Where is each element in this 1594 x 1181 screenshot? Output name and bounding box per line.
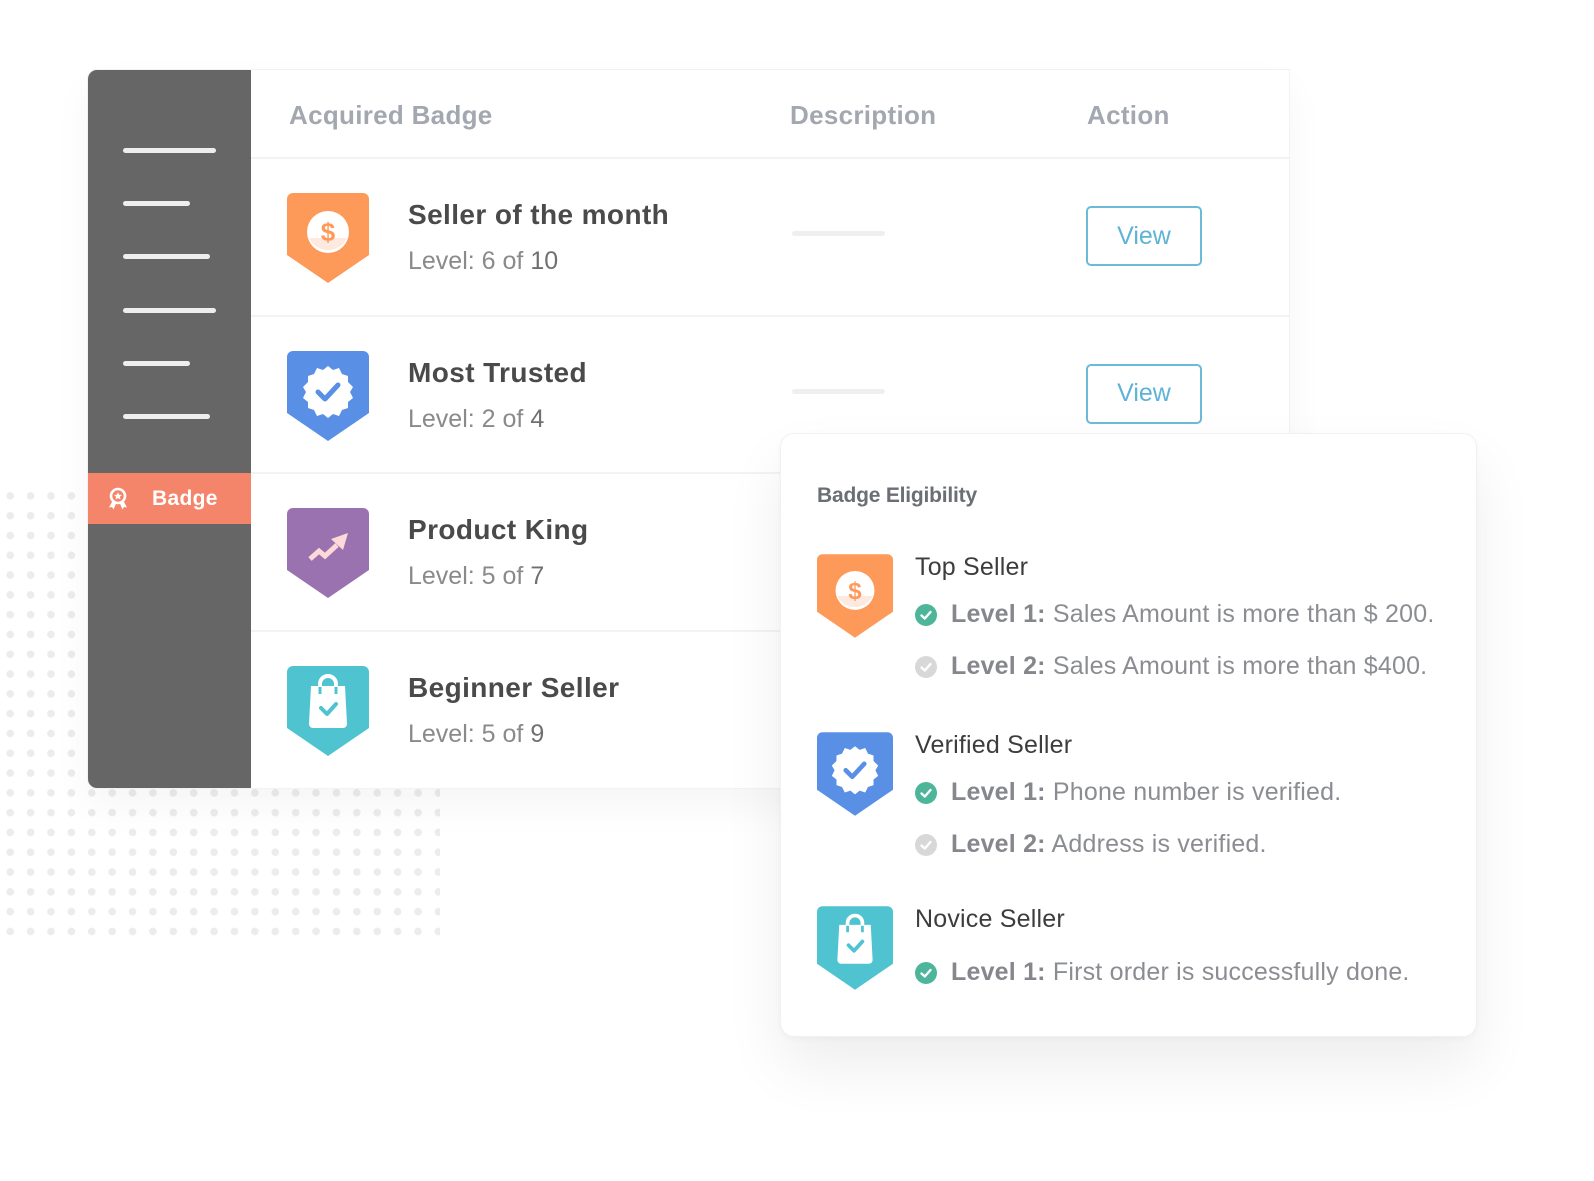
badge-title: Seller of the month	[408, 199, 670, 230]
description-placeholder	[792, 388, 885, 394]
column-header-action: Action	[1087, 100, 1170, 130]
shopping-bag-check-icon	[287, 665, 369, 756]
shopping-bag-check-icon	[817, 906, 893, 990]
ribbon-badge-icon	[109, 487, 127, 509]
badge-level: Level: 5 of 7	[408, 562, 545, 590]
badge-title: Beginner Seller	[408, 671, 620, 703]
eligibility-group-name: Top Seller	[915, 553, 1029, 581]
sidebar-menu-item-5[interactable]	[123, 361, 190, 366]
trending-up-icon	[287, 508, 369, 598]
check-circle-done-icon	[915, 961, 937, 984]
check-circle-done-icon	[915, 603, 937, 626]
verified-check-icon	[817, 732, 893, 816]
table-header: Acquired Badge Description Action	[251, 70, 1289, 159]
sidebar-menu-item-4[interactable]	[123, 308, 216, 313]
sidebar-menu-item-2[interactable]	[123, 201, 190, 206]
criterion-item: Level 2: Address is verified.	[915, 830, 1267, 859]
view-button[interactable]: View	[1086, 363, 1202, 424]
sidebar: Badge	[88, 70, 251, 788]
badge-title: Most Trusted	[408, 356, 588, 388]
sidebar-item-badge[interactable]: Badge	[88, 473, 251, 524]
dollar-icon: $	[817, 554, 893, 638]
eligibility-group-name: Verified Seller	[915, 731, 1073, 759]
check-circle-pending-icon	[915, 655, 937, 678]
badge-level: Level: 2 of 4	[408, 404, 545, 433]
column-header-description: Description	[790, 100, 937, 130]
badge-level: Level: 5 of 9	[408, 719, 545, 748]
badge-eligibility-popup: Badge Eligibility $ Top Seller Level 1: …	[780, 433, 1477, 1037]
criterion-item: Level 1: Sales Amount is more than $ 200…	[915, 600, 1434, 629]
badge-level: Level: 6 of 10	[408, 247, 559, 275]
description-placeholder	[792, 231, 885, 236]
eligibility-group-name: Novice Seller	[915, 905, 1065, 933]
criterion-item: Level 2: Sales Amount is more than $400.	[915, 652, 1427, 681]
svg-text:$: $	[321, 217, 336, 247]
verified-check-icon	[287, 350, 369, 441]
criterion-item: Level 1: First order is successfully don…	[915, 958, 1410, 987]
criterion-item: Level 1: Phone number is verified.	[915, 778, 1341, 807]
sidebar-menu-item-1[interactable]	[123, 148, 216, 153]
dollar-icon: $	[287, 193, 369, 283]
table-row: $ Seller of the month Level: 6 of 10 Vie…	[251, 159, 1289, 317]
view-button[interactable]: View	[1086, 206, 1202, 266]
sidebar-menu-item-6[interactable]	[123, 414, 210, 419]
check-circle-pending-icon	[915, 833, 937, 856]
svg-text:$: $	[848, 578, 862, 605]
column-header-acquired-badge: Acquired Badge	[289, 100, 493, 130]
check-circle-done-icon	[915, 781, 937, 804]
sidebar-menu-item-3[interactable]	[123, 254, 210, 259]
sidebar-item-badge-label: Badge	[152, 486, 218, 510]
popup-title: Badge Eligibility	[817, 484, 977, 507]
badge-title: Product King	[408, 514, 589, 545]
